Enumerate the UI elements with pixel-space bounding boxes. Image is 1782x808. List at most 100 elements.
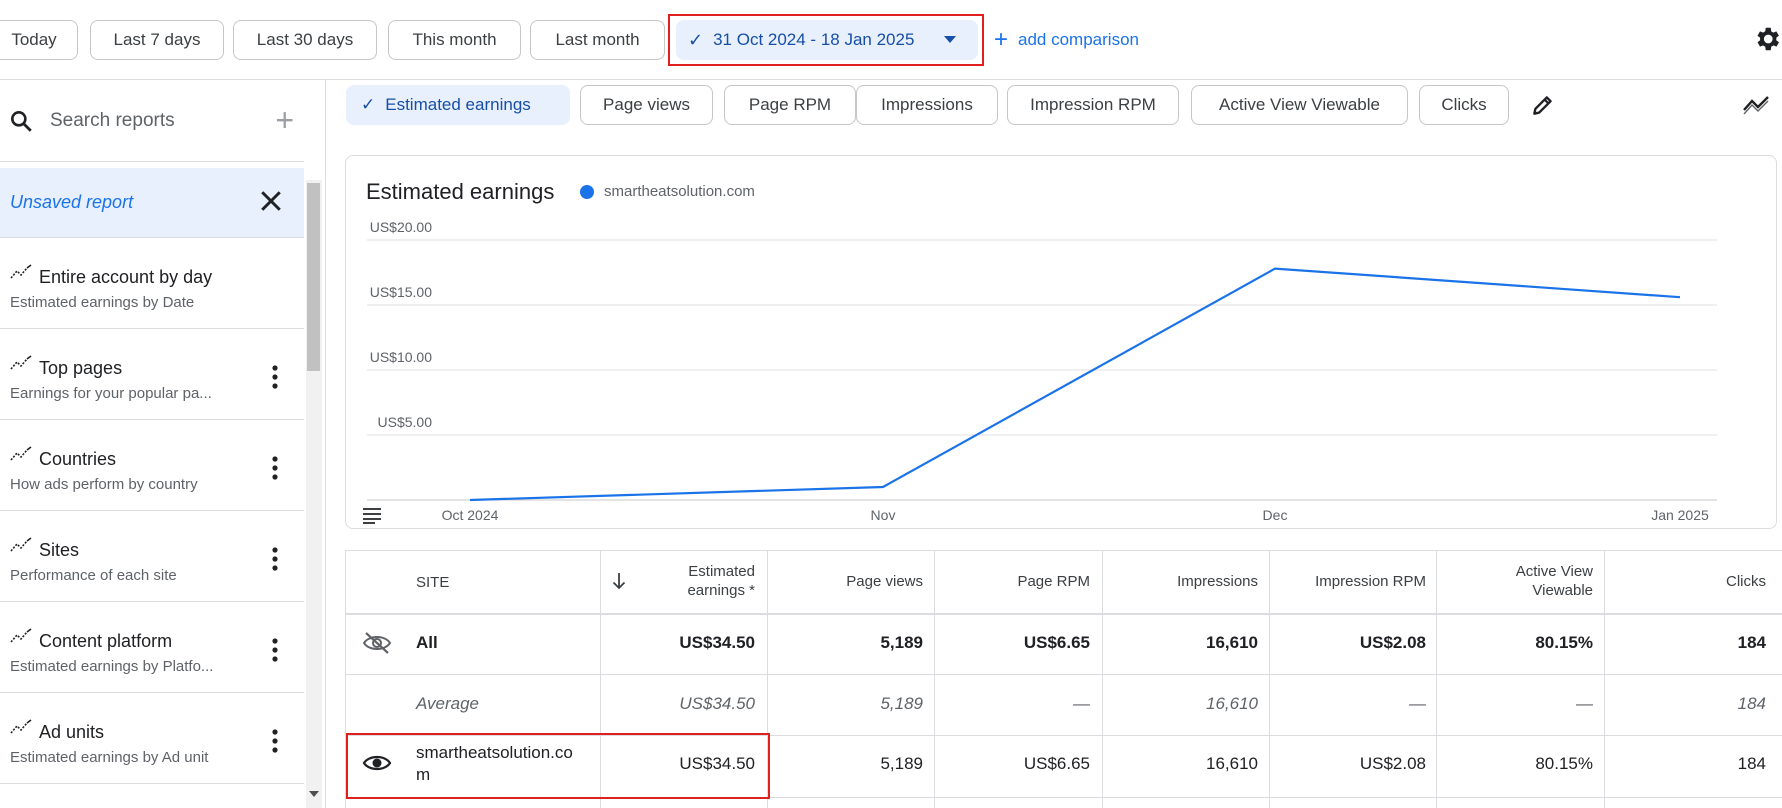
plus-icon: +: [994, 26, 1009, 53]
y-tick-label: US$20.00: [370, 219, 432, 235]
trend-icon: [10, 628, 32, 643]
report-entire-account-by-day[interactable]: Entire account by day Estimated earnings…: [0, 238, 304, 329]
legend-dot: [580, 184, 594, 199]
row-site-impressions: 16,610: [1206, 754, 1258, 773]
row-average-page-rpm: —: [1073, 694, 1090, 713]
metric-page-rpm[interactable]: Page RPM: [724, 85, 856, 125]
pencil-icon[interactable]: [1530, 92, 1556, 118]
add-comparison-button[interactable]: + add comparison: [994, 20, 1139, 60]
report-subtitle: Earnings for your popular pa...: [10, 385, 212, 402]
search-icon: [11, 110, 32, 132]
date-range-selector[interactable]: ✓ 31 Oct 2024 - 18 Jan 2025: [676, 20, 978, 60]
search-input[interactable]: Search reports: [50, 110, 175, 132]
report-top-pages[interactable]: Top pages Earnings for your popular pa..…: [0, 329, 304, 420]
col-header-page-views[interactable]: Page views: [770, 572, 923, 591]
x-tick-label: Oct 2024: [442, 507, 499, 523]
row-site-earnings: US$34.50: [679, 754, 755, 773]
header-line: Viewable: [1532, 582, 1593, 599]
col-header-active-view-viewable[interactable]: Active View Viewable: [1440, 562, 1593, 600]
preset-last-7-days[interactable]: Last 7 days: [90, 20, 224, 60]
more-vert-icon[interactable]: [272, 729, 278, 753]
row-average-impressions: 16,610: [1206, 694, 1258, 713]
check-icon: ✓: [361, 95, 376, 114]
preset-last-30-days[interactable]: Last 30 days: [233, 20, 377, 60]
row-all-impressions: 16,610: [1206, 633, 1258, 652]
trend-icon: [10, 446, 32, 461]
report-subtitle: How ads perform by country: [10, 476, 198, 493]
trend-icon: [10, 264, 32, 279]
report-title: Content platform: [39, 631, 173, 651]
col-header-impression-rpm[interactable]: Impression RPM: [1270, 572, 1426, 591]
sidebar-scroll-thumb[interactable]: [307, 183, 320, 371]
col-header-impressions[interactable]: Impressions: [1100, 572, 1258, 591]
scroll-down-arrow-icon[interactable]: [309, 791, 319, 797]
row-site-page-rpm: US$6.65: [1023, 754, 1090, 773]
row-all-clicks: 184: [1737, 633, 1766, 652]
col-header-site[interactable]: SITE: [416, 572, 449, 592]
report-title: Entire account by day: [39, 267, 213, 287]
col-header-page-rpm[interactable]: Page RPM: [940, 572, 1090, 591]
more-vert-icon[interactable]: [272, 456, 278, 480]
trend-icon: [10, 719, 32, 734]
chart-legend: smartheatsolution.com: [580, 183, 755, 200]
report-sites[interactable]: Sites Performance of each site: [0, 511, 304, 602]
more-vert-icon[interactable]: [272, 638, 278, 662]
row-site-impression-rpm: US$2.08: [1359, 754, 1426, 773]
more-vert-icon[interactable]: [272, 547, 278, 571]
report-title: Ad units: [39, 722, 105, 742]
close-icon[interactable]: [256, 186, 286, 216]
gear-icon[interactable]: [1752, 24, 1782, 54]
trend-icon: [10, 355, 32, 370]
row-site-name[interactable]: smartheatsolution.co m: [416, 742, 573, 786]
site-name-line: smartheatsolution.co: [416, 743, 573, 762]
metric-impression-rpm[interactable]: Impression RPM: [1007, 85, 1179, 125]
col-header-estimated-earnings[interactable]: Estimated earnings *: [640, 562, 755, 600]
legend-label: smartheatsolution.com: [604, 183, 755, 200]
x-tick-label: Dec: [1263, 507, 1288, 523]
row-average-page-views: 5,189: [880, 694, 923, 713]
unsaved-report-label: Unsaved report: [10, 192, 134, 212]
row-all-earnings: US$34.50: [679, 633, 755, 652]
row-site-viewable: 80.15%: [1535, 754, 1593, 773]
new-report-plus-icon[interactable]: +: [275, 102, 294, 139]
site-name-line: m: [416, 765, 431, 784]
report-countries[interactable]: Countries How ads perform by country: [0, 420, 304, 511]
metric-clicks[interactable]: Clicks: [1419, 85, 1509, 125]
row-all-viewable: 80.15%: [1535, 633, 1593, 652]
metric-estimated-earnings[interactable]: ✓ Estimated earnings: [346, 85, 570, 125]
metric-impressions[interactable]: Impressions: [856, 85, 998, 125]
metric-page-views[interactable]: Page views: [580, 85, 713, 125]
preset-today[interactable]: Today: [0, 20, 78, 60]
sort-arrow-down-icon[interactable]: [612, 572, 626, 590]
x-tick-label: Nov: [871, 507, 896, 523]
row-site-clicks: 184: [1737, 754, 1766, 773]
search-reports[interactable]: Search reports +: [0, 80, 304, 162]
row-average-impression-rpm: —: [1409, 694, 1426, 713]
metric-label: Estimated earnings: [385, 95, 531, 114]
row-average-clicks: 184: [1737, 694, 1766, 713]
report-content-platform[interactable]: Content platform Estimated earnings by P…: [0, 602, 304, 693]
unsaved-report-item[interactable]: Unsaved report: [0, 168, 304, 238]
y-tick-label: US$10.00: [370, 349, 432, 365]
chart-menu-icon[interactable]: [362, 506, 382, 524]
report-title: Sites: [39, 540, 80, 560]
col-header-clicks[interactable]: Clicks: [1620, 572, 1766, 591]
preset-this-month[interactable]: This month: [388, 20, 521, 60]
visibility-icon[interactable]: [362, 752, 392, 774]
preset-last-month[interactable]: Last month: [530, 20, 665, 60]
series-line[interactable]: [469, 267, 1681, 502]
metric-active-view-viewable[interactable]: Active View Viewable: [1191, 85, 1408, 125]
report-ad-units[interactable]: Ad units Estimated earnings by Ad unit: [0, 693, 304, 784]
chart-toggle-icon[interactable]: [1742, 92, 1770, 116]
trend-icon: [10, 537, 32, 552]
y-tick-label: US$15.00: [370, 284, 432, 300]
visibility-off-icon[interactable]: [362, 632, 392, 654]
more-vert-icon[interactable]: [272, 365, 278, 389]
report-subtitle: Performance of each site: [10, 567, 177, 584]
row-site-page-views: 5,189: [880, 754, 923, 773]
x-tick-label: Jan 2025: [1651, 507, 1709, 523]
chart-title: Estimated earnings: [366, 179, 555, 204]
header-line: Estimated: [688, 563, 755, 580]
row-average-earnings: US$34.50: [679, 694, 755, 713]
date-range-bar: Today Last 7 days Last 30 days This mont…: [0, 0, 1782, 80]
